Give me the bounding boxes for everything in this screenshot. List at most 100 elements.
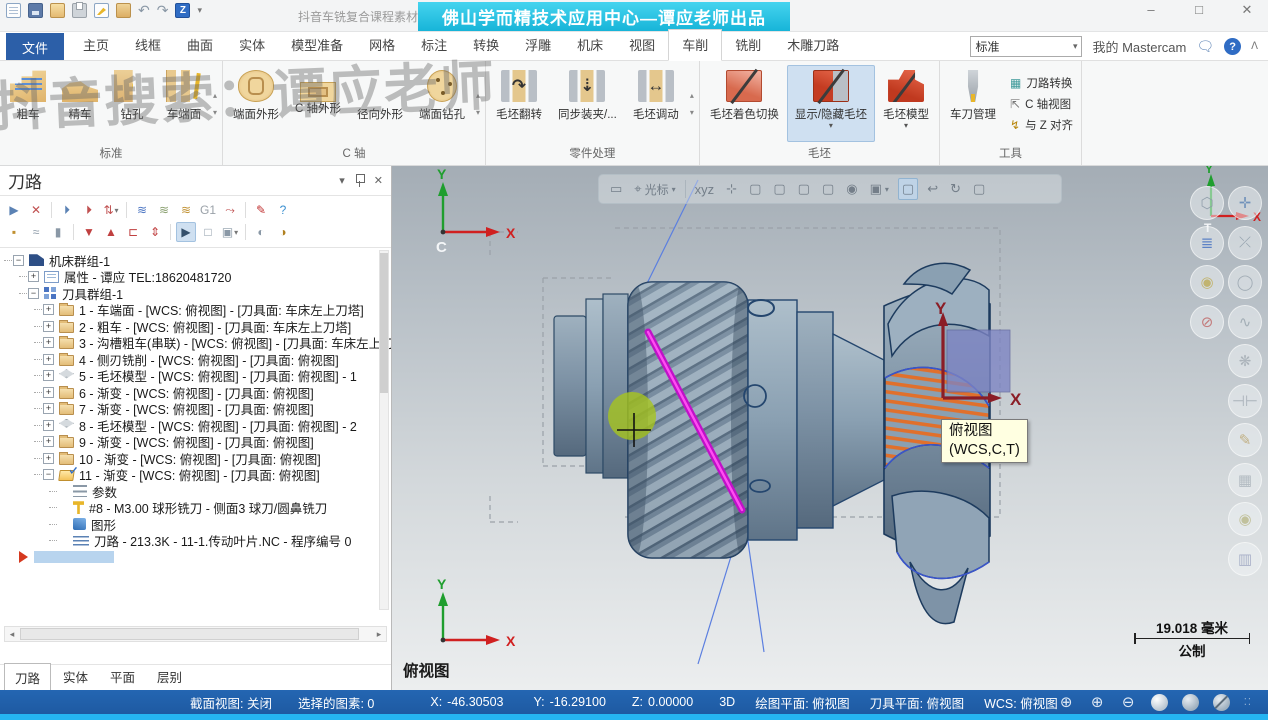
tree-row[interactable]: 刀路 - 213.3K - 11-1.传动叶片.NC - 程序编号 0 [4, 533, 391, 549]
collapse-icon[interactable]: − [28, 287, 39, 299]
section-cut-icon[interactable]: ⤫ [1228, 225, 1262, 260]
simulate-icon[interactable]: ≋ [176, 200, 196, 220]
cplane-status[interactable]: 绘图平面: 俯视图 [755, 693, 849, 712]
chart-icon[interactable]: ▥ [1228, 541, 1262, 576]
time-icon[interactable]: ◐ [251, 222, 271, 242]
ribbon-link-刀路转换[interactable]: ▦ 刀路转换 [1010, 75, 1073, 91]
ribbon-button-径向外形[interactable]: 径向外形 [349, 65, 411, 142]
pan-icon[interactable]: ✛ [1228, 186, 1262, 220]
tab-file[interactable]: 文件 [6, 33, 65, 60]
tree-row[interactable]: − 刀具群组-1 [4, 285, 391, 302]
tab-ribbon-1[interactable]: 主页 [70, 30, 122, 60]
select-chain-icon[interactable]: ▢ [819, 179, 837, 199]
collapse-icon[interactable]: − [13, 254, 24, 266]
tree-row[interactable]: +7 - 渐变 - [WCS: 俯视图] - [刀具面: 俯视图] [4, 401, 391, 417]
single-select-icon[interactable]: ▶ [176, 222, 196, 242]
scroll-icon[interactable]: ⇕ [145, 222, 165, 242]
close-button[interactable]: ✕ [1234, 2, 1260, 18]
edit-icon[interactable] [94, 3, 109, 18]
tree-row[interactable]: 图形 [4, 516, 391, 533]
xyz-entry-icon[interactable]: xyz [692, 180, 718, 199]
collapse-ribbon-icon[interactable]: ᐱ [1251, 41, 1258, 52]
help-icon[interactable]: ? [273, 200, 293, 220]
tree-row[interactable]: +8 - 毛坯模型 - [WCS: 俯视图] - [刀具面: 俯视图] - 2 [4, 417, 391, 434]
select-solid-icon[interactable]: ◉ [843, 179, 860, 199]
tab-ribbon-6[interactable]: 网格 [356, 30, 408, 60]
brush-icon[interactable]: ✎ [1228, 423, 1262, 457]
mesh-cube-icon[interactable]: ▦ [1228, 462, 1262, 497]
end-selection-icon[interactable]: ▢ [970, 179, 988, 199]
toggle-toolpath-icon[interactable]: ≈ [26, 222, 46, 242]
select-entity-icon[interactable]: ▢ [746, 179, 764, 199]
tplane-status[interactable]: 刀具平面: 俯视图 [870, 693, 964, 712]
tab-ribbon-4[interactable]: 实体 [226, 30, 278, 60]
tab-ribbon-10[interactable]: 机床 [564, 30, 616, 60]
tree-horizontal-scrollbar[interactable]: ◂ ▸ [4, 626, 387, 642]
tree-row[interactable]: − 机床群组-1 [4, 252, 391, 269]
circle-select-icon[interactable]: ◯ [1228, 265, 1262, 299]
sphere-tool-icon[interactable]: ◉ [1190, 265, 1224, 299]
z-coordinate[interactable]: Z: 0.00000 [632, 695, 693, 709]
ribbon-button-钻孔[interactable]: 钻孔 [106, 65, 158, 142]
display-options-icon[interactable]: ▣ ▾ [220, 222, 240, 242]
edit-entry-icon[interactable]: ✎ [251, 200, 271, 220]
model-canvas[interactable]: Y X Y X C Y X 俯视图 Y X [392, 166, 1268, 690]
ghost-icon[interactable]: ▮ [48, 222, 68, 242]
insert-marker-row[interactable] [4, 549, 391, 566]
backplot-icon[interactable]: ≋ [132, 200, 152, 220]
sort-ops-icon[interactable]: ⇅ ▾ [101, 200, 121, 220]
panel-tab-平面[interactable]: 平面 [100, 663, 145, 690]
tree-row[interactable]: 参数 [4, 483, 391, 500]
ribbon-link-与 Z 对齐[interactable]: ↯ 与 Z 对齐 [1010, 117, 1073, 133]
ribbon-button-毛坯翻转[interactable]: ↷ 毛坯翻转 [488, 65, 550, 142]
tab-ribbon-7[interactable]: 标注 [408, 30, 460, 60]
notes-icon[interactable] [116, 3, 131, 18]
gview-wcs-icon[interactable]: ⊕ [1058, 694, 1075, 711]
tree-row[interactable]: +3 - 沟槽粗车(串联) - [WCS: 俯视图] - [刀具面: 车床左上刀 [4, 335, 391, 351]
panel-dropdown-icon[interactable]: ▾ [339, 174, 345, 187]
shading-off-icon[interactable] [1212, 693, 1230, 711]
tree-row[interactable]: −11 - 渐变 - [WCS: 俯视图] - [刀具面: 俯视图] [4, 467, 391, 483]
cursor-select-icon[interactable]: ⌖ 光标 ▾ [631, 179, 678, 200]
y-coordinate[interactable]: Y: -16.29100 [533, 695, 605, 709]
ribbon-button-车刀管理[interactable]: 车刀管理 [942, 65, 1004, 142]
select-polygon-icon[interactable]: ▢ [795, 179, 813, 199]
verify-icon[interactable]: ≋ [154, 200, 174, 220]
lock-icon[interactable]: ▪ [4, 222, 24, 242]
feedback-icon[interactable]: 🗨 [1196, 38, 1214, 55]
tree-row[interactable]: +1 - 车端面 - [WCS: 俯视图] - [刀具面: 车床左上刀塔] [4, 302, 391, 318]
tab-ribbon-13[interactable]: 铣削 [722, 30, 774, 60]
unselect-icon[interactable]: ↩ [924, 179, 941, 199]
gview-cplane-icon[interactable]: ⊕ [1089, 694, 1106, 711]
redo-icon[interactable]: ↷ [157, 3, 169, 18]
zip2go-icon[interactable]: Z [175, 3, 191, 18]
panel-tab-层别[interactable]: 层别 [147, 663, 192, 690]
maximize-button[interactable]: □ [1186, 2, 1212, 18]
ribbon-button-车端面[interactable]: 车端面 [158, 65, 210, 142]
pin-icon[interactable] [355, 174, 365, 187]
help-icon[interactable]: ? [1224, 38, 1242, 55]
tree-row[interactable]: +10 - 渐变 - [WCS: 俯视图] - [刀具面: 俯视图] [4, 450, 391, 467]
clear-selection-icon[interactable]: ↻ [947, 179, 964, 199]
collapse-icon[interactable]: − [43, 469, 54, 481]
tab-ribbon-2[interactable]: 线框 [122, 30, 174, 60]
ribbon-button-显示/隐藏毛坯[interactable]: 显示/隐藏毛坯 ▾ [786, 65, 876, 142]
open-file-icon[interactable] [50, 3, 65, 18]
scroll-right-icon[interactable]: ▸ [372, 629, 386, 640]
expand-icon[interactable]: + [43, 304, 54, 316]
fast-point-icon[interactable]: ⊹ [723, 179, 740, 199]
ribbon-button-毛坯调动[interactable]: ↔ 毛坯调动 [625, 65, 687, 142]
deselect-all-ops-icon[interactable]: ✕ [26, 200, 46, 220]
expand-icon[interactable]: + [43, 353, 54, 365]
qat-dropdown-icon[interactable]: ▾ [197, 5, 202, 16]
my-mastercam-link[interactable]: 我的 Mastercam [1092, 37, 1186, 56]
gview-cube-icon[interactable]: ⬡ [1190, 186, 1224, 220]
mode-3d-toggle[interactable]: 3D [719, 695, 735, 709]
panel-close-icon[interactable]: ✕ [374, 174, 383, 187]
move-down-icon[interactable]: ▼ [79, 222, 99, 242]
move-up-icon[interactable]: ▲ [101, 222, 121, 242]
tree-row[interactable]: +4 - 侧刃铣削 - [WCS: 俯视图] - [刀具面: 俯视图] [4, 351, 391, 368]
tab-ribbon-5[interactable]: 模型准备 [278, 30, 356, 60]
tree-row[interactable]: +6 - 渐变 - [WCS: 俯视图] - [刀具面: 俯视图] [4, 384, 391, 401]
expand-icon[interactable]: + [43, 403, 54, 415]
